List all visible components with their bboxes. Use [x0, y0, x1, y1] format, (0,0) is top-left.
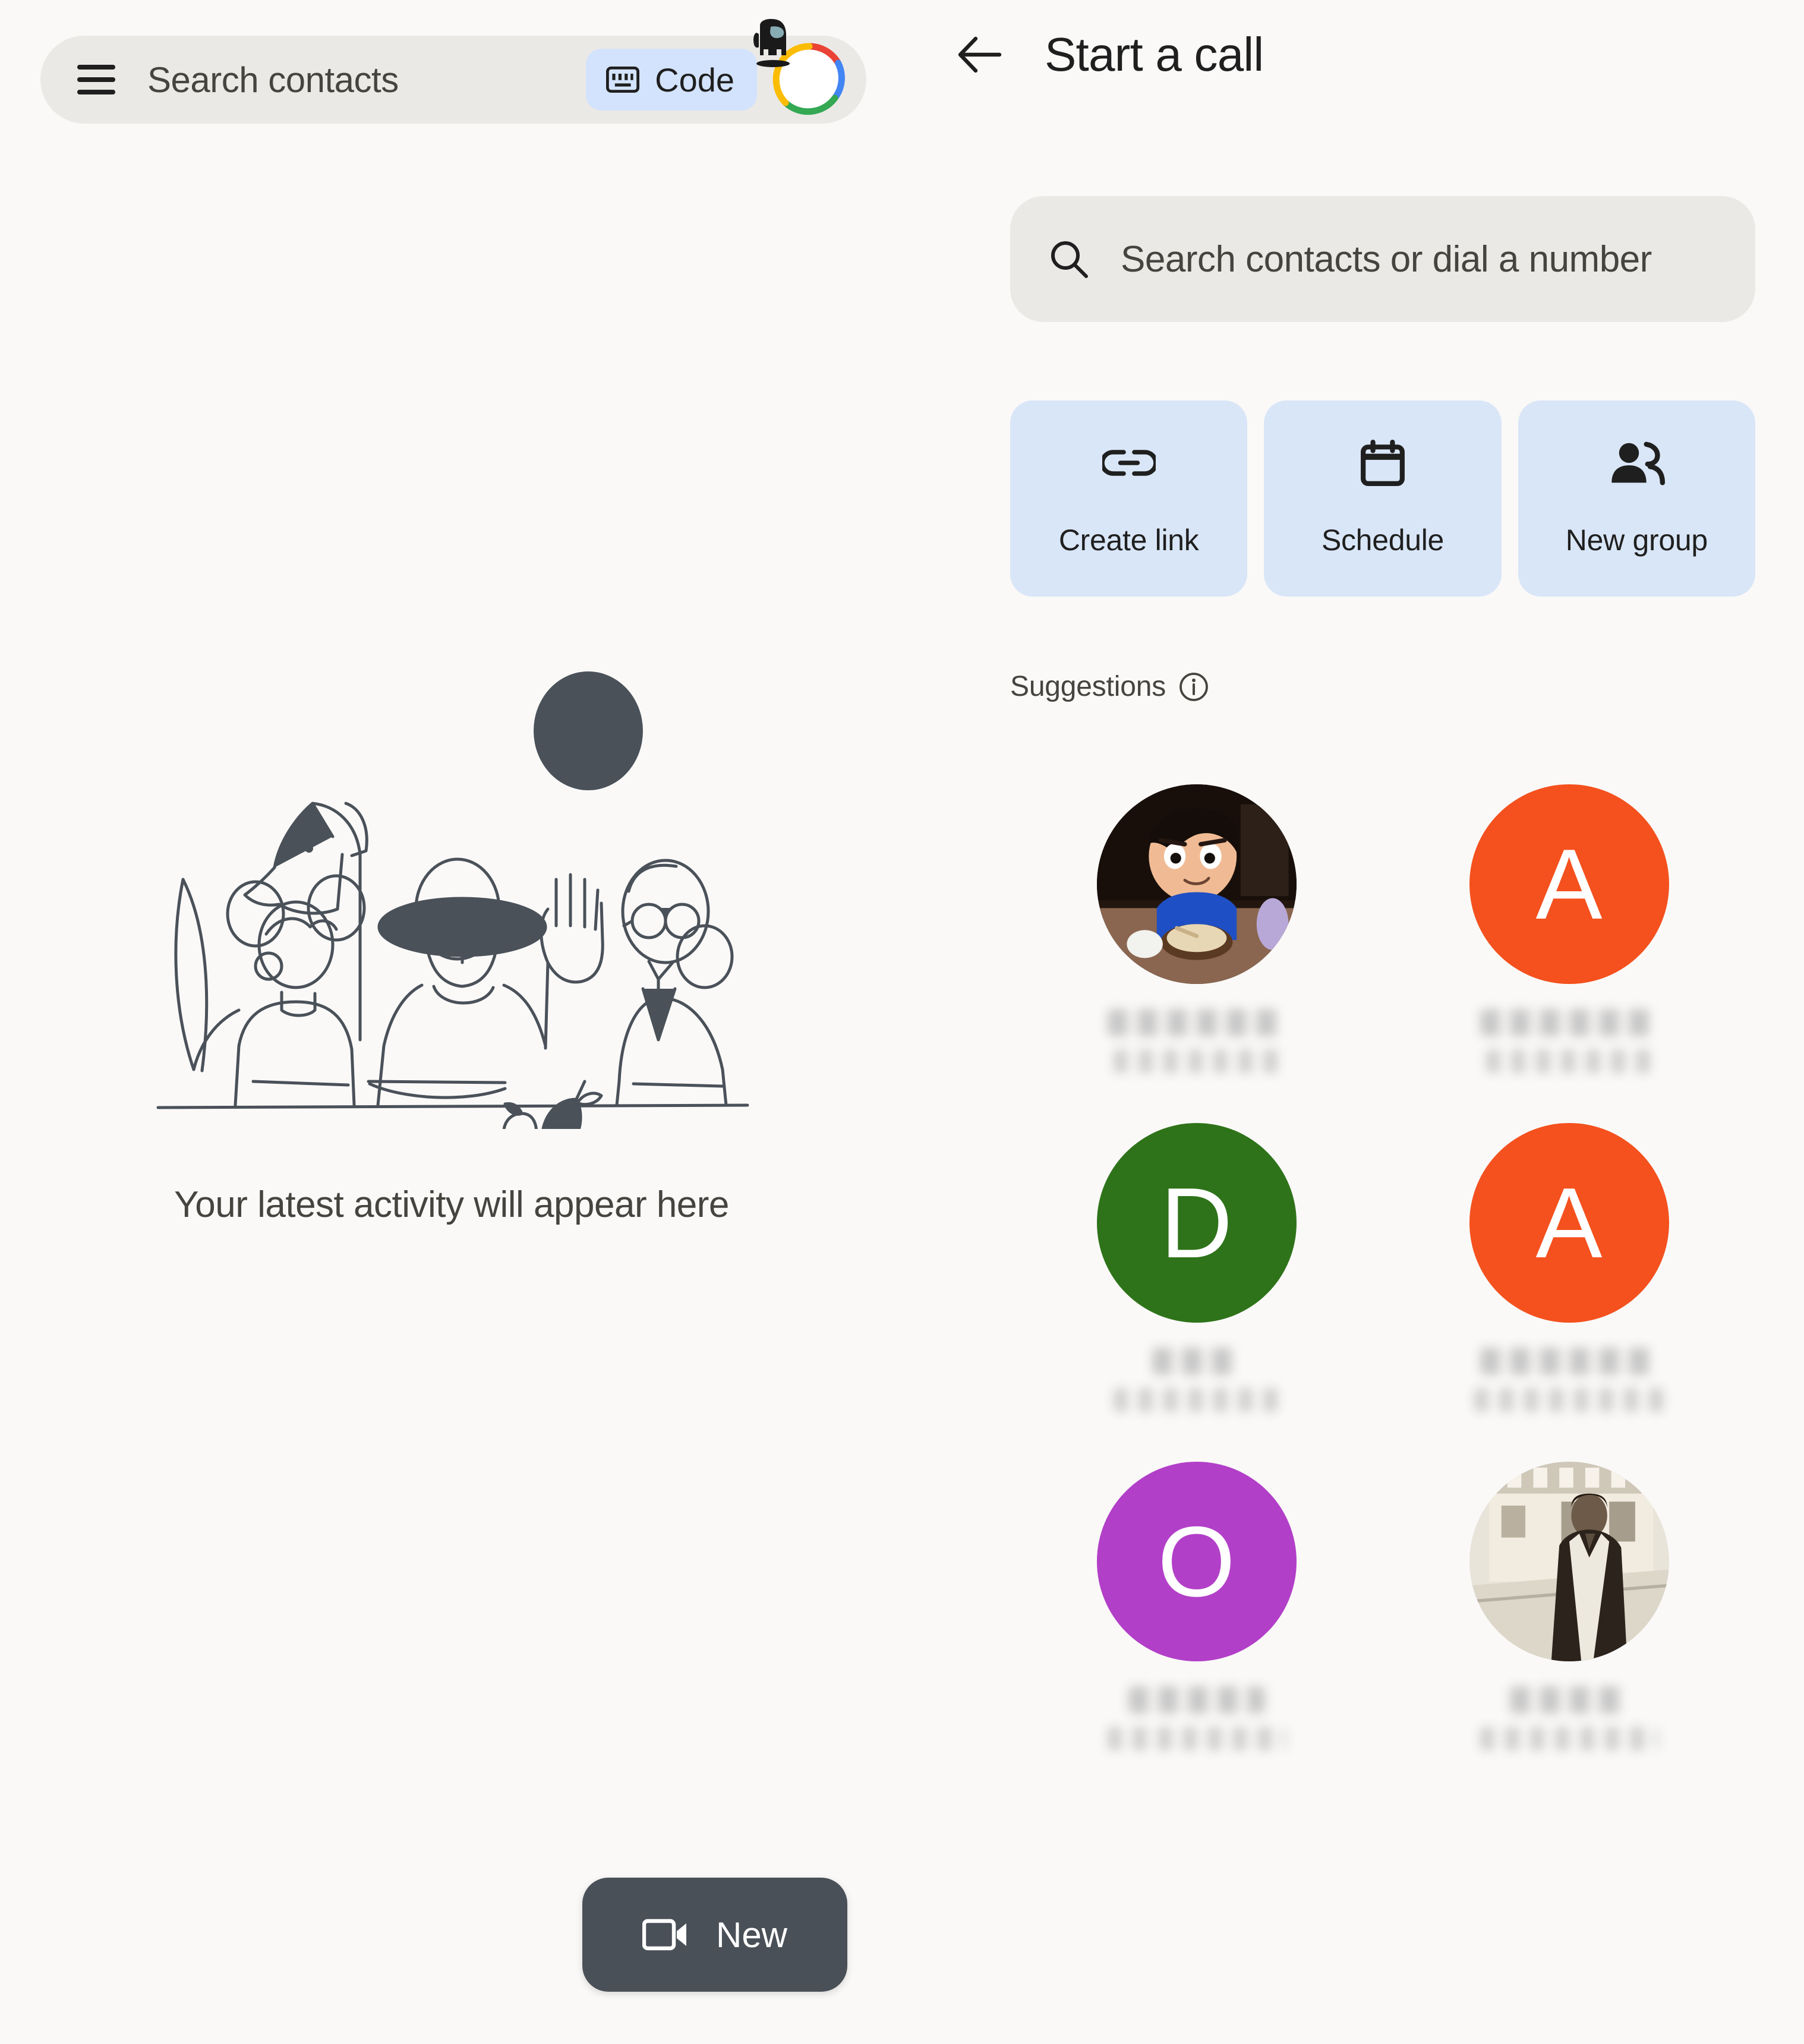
- new-call-label: New: [715, 1914, 788, 1955]
- contact-detail-redacted: [1113, 1049, 1280, 1073]
- code-chip-button[interactable]: Code: [586, 49, 757, 111]
- contact-avatar: A: [1469, 1123, 1669, 1323]
- suggestions-label: Suggestions: [1010, 671, 1166, 702]
- contact-name-redacted: [1152, 1348, 1241, 1375]
- quick-actions-row: Create link Schedule New group: [1010, 400, 1755, 597]
- contact-name-redacted: [1107, 1009, 1286, 1036]
- suggestion-item[interactable]: [1010, 784, 1383, 1073]
- suggestions-grid: A D A O: [1010, 784, 1755, 1750]
- meet-app-window: Search contacts Code Your latest activit…: [0, 0, 1804, 2044]
- contact-avatar: A: [1469, 784, 1669, 984]
- new-call-fab[interactable]: New: [582, 1878, 847, 1992]
- suggestion-item[interactable]: A: [1383, 1123, 1755, 1412]
- schedule-label: Schedule: [1321, 523, 1445, 557]
- contact-avatar: D: [1096, 1123, 1297, 1323]
- video-camera-icon: [642, 1919, 686, 1951]
- link-icon: [1102, 450, 1156, 476]
- info-icon[interactable]: [1179, 672, 1209, 702]
- code-chip-label: Code: [655, 61, 734, 99]
- contacts-search-bar[interactable]: Search contacts Code: [40, 18, 866, 124]
- schedule-button[interactable]: Schedule: [1264, 400, 1502, 597]
- people-icon: [1611, 441, 1666, 485]
- contact-detail-redacted: [1480, 1727, 1658, 1750]
- start-a-call-pane: Start a call Search contacts or dial a n…: [903, 0, 1804, 2044]
- suggestion-item[interactable]: D: [1010, 1123, 1383, 1412]
- contact-name-redacted: [1509, 1686, 1629, 1714]
- avatar-initial: A: [1535, 828, 1603, 940]
- search-icon: [1051, 241, 1088, 278]
- search-placeholder: Search contacts or dial a number: [1121, 238, 1652, 280]
- avatar-initial: A: [1535, 1167, 1603, 1279]
- suggestions-header: Suggestions: [1010, 670, 1209, 703]
- contact-detail-redacted: [1486, 1049, 1652, 1073]
- back-arrow-icon[interactable]: [957, 35, 1002, 74]
- create-link-label: Create link: [1058, 523, 1199, 557]
- contact-avatar: [1096, 784, 1297, 984]
- contacts-or-number-search-input[interactable]: Search contacts or dial a number: [1010, 196, 1755, 322]
- suggestion-item[interactable]: O: [1010, 1462, 1383, 1750]
- contact-detail-redacted: [1474, 1388, 1664, 1412]
- pane-header: Start a call: [957, 27, 1264, 82]
- hamburger-menu-icon[interactable]: [77, 65, 115, 94]
- man-in-suit-photo: [1469, 1462, 1669, 1661]
- among-us-crewmate-icon: [753, 18, 790, 67]
- left-pane: Search contacts Code Your latest activit…: [0, 0, 903, 2044]
- account-avatar[interactable]: [753, 18, 846, 116]
- contact-name-redacted: [1128, 1686, 1265, 1714]
- page-title: Start a call: [1045, 28, 1264, 81]
- contact-avatar: O: [1096, 1462, 1297, 1661]
- suggestion-item[interactable]: A: [1383, 784, 1755, 1073]
- contact-detail-redacted: [1107, 1727, 1286, 1750]
- suggestion-item[interactable]: [1383, 1462, 1755, 1750]
- people-waving-illustration: [156, 671, 749, 1129]
- empty-state-message: Your latest activity will appear here: [174, 1184, 729, 1225]
- avatar-initial: D: [1160, 1167, 1233, 1279]
- new-group-button[interactable]: New group: [1518, 400, 1755, 597]
- contact-name-redacted: [1480, 1348, 1658, 1375]
- contact-detail-redacted: [1113, 1388, 1280, 1412]
- avatar-initial: O: [1158, 1506, 1235, 1617]
- empty-state: Your latest activity will appear here: [0, 630, 903, 1228]
- create-link-button[interactable]: Create link: [1010, 400, 1248, 597]
- keyboard-icon: [606, 67, 640, 93]
- new-group-label: New group: [1565, 523, 1708, 557]
- calendar-icon: [1361, 440, 1405, 486]
- search-contacts-placeholder[interactable]: Search contacts: [147, 59, 586, 100]
- contact-avatar: [1469, 1462, 1669, 1661]
- anime-boy-photo: [1096, 784, 1297, 984]
- contact-name-redacted: [1480, 1009, 1658, 1036]
